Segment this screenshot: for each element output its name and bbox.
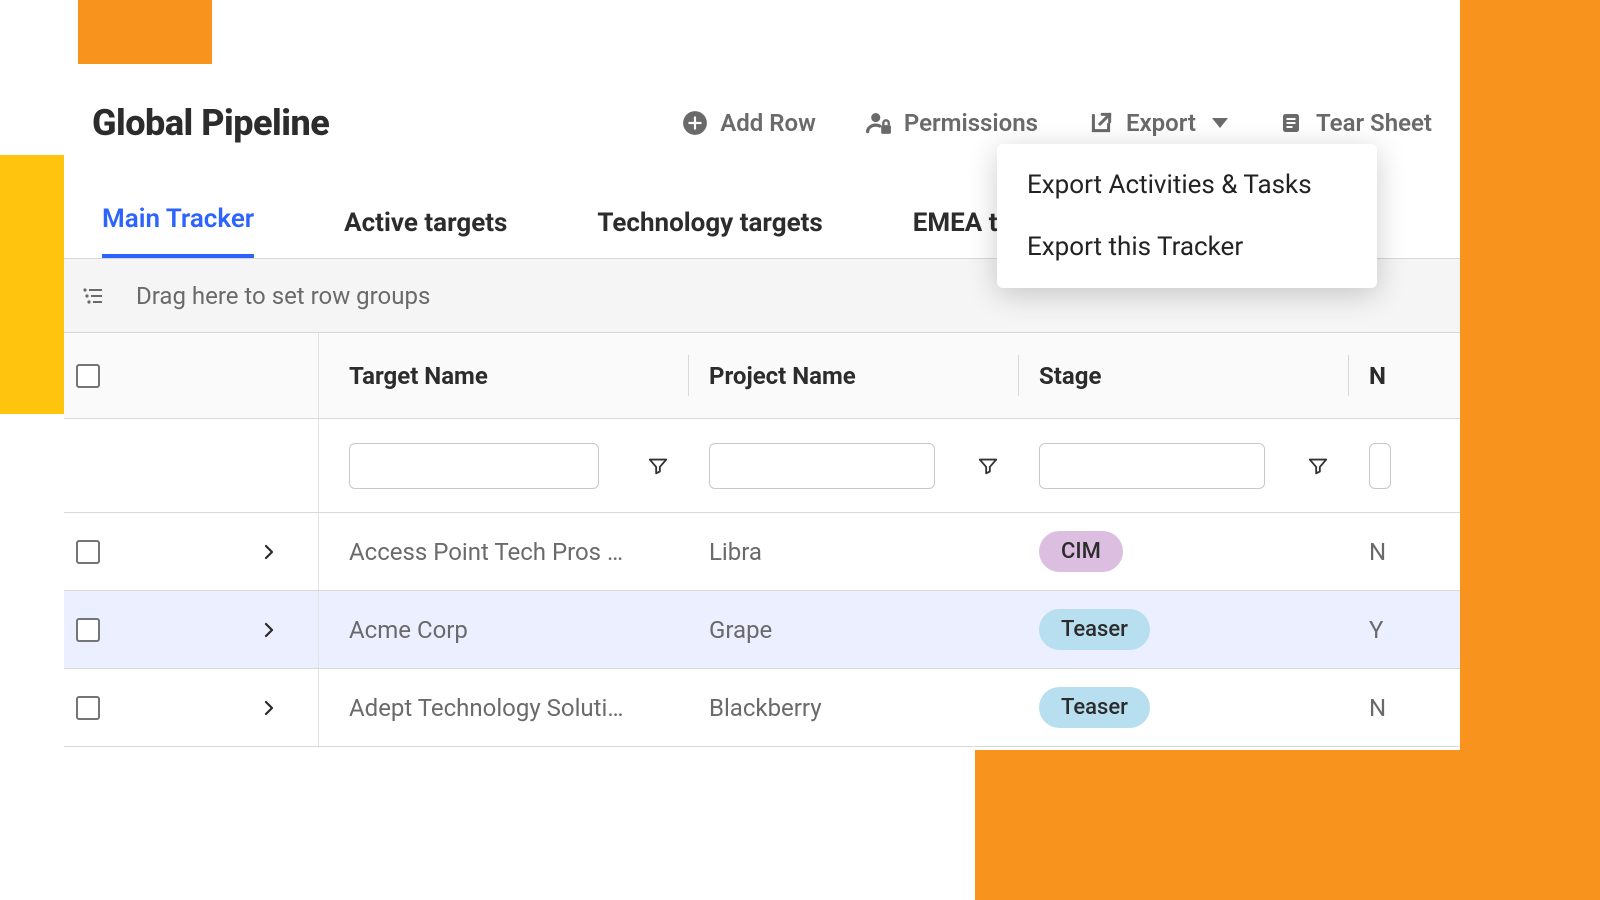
app-window: Global Pipeline Add Row Permissions (64, 64, 1460, 750)
table-row[interactable]: Adept Technology Soluti… Blackberry Teaser… (64, 669, 1460, 747)
chevron-down-icon (1212, 118, 1228, 128)
table-row[interactable]: Acme Corp Grape Teaser Y (64, 591, 1460, 669)
col-stage[interactable]: Stage (1039, 362, 1101, 390)
row-checkbox[interactable] (76, 540, 100, 564)
cell-target-name: Adept Technology Soluti… (349, 694, 623, 722)
page-title: Global Pipeline (92, 102, 329, 144)
decorative-block (78, 0, 212, 64)
filter-stage[interactable] (1039, 443, 1265, 489)
col-target-name[interactable]: Target Name (349, 362, 488, 390)
cell-target-name: Access Point Tech Pros … (349, 538, 623, 566)
page-header: Global Pipeline Add Row Permissions (64, 64, 1460, 154)
stage-pill[interactable]: Teaser (1039, 609, 1150, 650)
filter-target-name[interactable] (349, 443, 599, 489)
export-dropdown: Export Activities & Tasks Export this Tr… (997, 144, 1377, 288)
cell-next: N (1369, 538, 1386, 566)
stage-pill[interactable]: CIM (1039, 531, 1123, 572)
col-project-name[interactable]: Project Name (709, 362, 856, 390)
filter-project-name[interactable] (709, 443, 935, 489)
row-checkbox[interactable] (76, 618, 100, 642)
row-checkbox[interactable] (76, 696, 100, 720)
group-icon (80, 283, 106, 309)
table-row[interactable]: Access Point Tech Pros … Libra CIM N (64, 513, 1460, 591)
stage-pill[interactable]: Teaser (1039, 687, 1150, 728)
header-actions: Add Row Permissions Export (682, 109, 1432, 137)
grid-header-row: Target Name Project Name Stage N (64, 333, 1460, 419)
tab-main-tracker[interactable]: Main Tracker (102, 204, 254, 258)
filter-icon[interactable] (1307, 455, 1329, 477)
tab-active-targets[interactable]: Active targets (344, 208, 507, 258)
tab-technology-targets[interactable]: Technology targets (597, 208, 822, 258)
cell-next: N (1369, 694, 1386, 722)
expand-row-icon[interactable] (260, 699, 278, 717)
select-all-checkbox[interactable] (76, 364, 100, 388)
add-row-button[interactable]: Add Row (682, 109, 816, 137)
data-grid: Target Name Project Name Stage N (64, 333, 1460, 747)
filter-next[interactable] (1369, 443, 1391, 489)
permissions-label: Permissions (904, 109, 1038, 137)
col-next[interactable]: N (1369, 362, 1386, 390)
filter-icon[interactable] (647, 455, 669, 477)
filter-icon[interactable] (977, 455, 999, 477)
document-icon (1278, 110, 1304, 136)
decorative-block (975, 750, 1600, 900)
export-label: Export (1126, 109, 1196, 137)
add-row-label: Add Row (720, 109, 816, 137)
tear-sheet-label: Tear Sheet (1316, 109, 1432, 137)
cell-project-name: Grape (709, 616, 772, 644)
permissions-button[interactable]: Permissions (866, 109, 1038, 137)
plus-circle-icon (682, 110, 708, 136)
export-icon (1088, 110, 1114, 136)
export-tracker-item[interactable]: Export this Tracker (997, 216, 1377, 278)
expand-row-icon[interactable] (260, 621, 278, 639)
cell-next: Y (1369, 616, 1383, 644)
grid-filter-row (64, 419, 1460, 513)
cell-target-name: Acme Corp (349, 616, 468, 644)
export-activities-item[interactable]: Export Activities & Tasks (997, 154, 1377, 216)
tear-sheet-button[interactable]: Tear Sheet (1278, 109, 1432, 137)
cell-project-name: Libra (709, 538, 762, 566)
group-hint-label: Drag here to set row groups (136, 282, 430, 310)
export-button[interactable]: Export (1088, 109, 1228, 137)
cell-project-name: Blackberry (709, 694, 822, 722)
decorative-block (0, 155, 64, 414)
user-lock-icon (866, 110, 892, 136)
expand-row-icon[interactable] (260, 543, 278, 561)
